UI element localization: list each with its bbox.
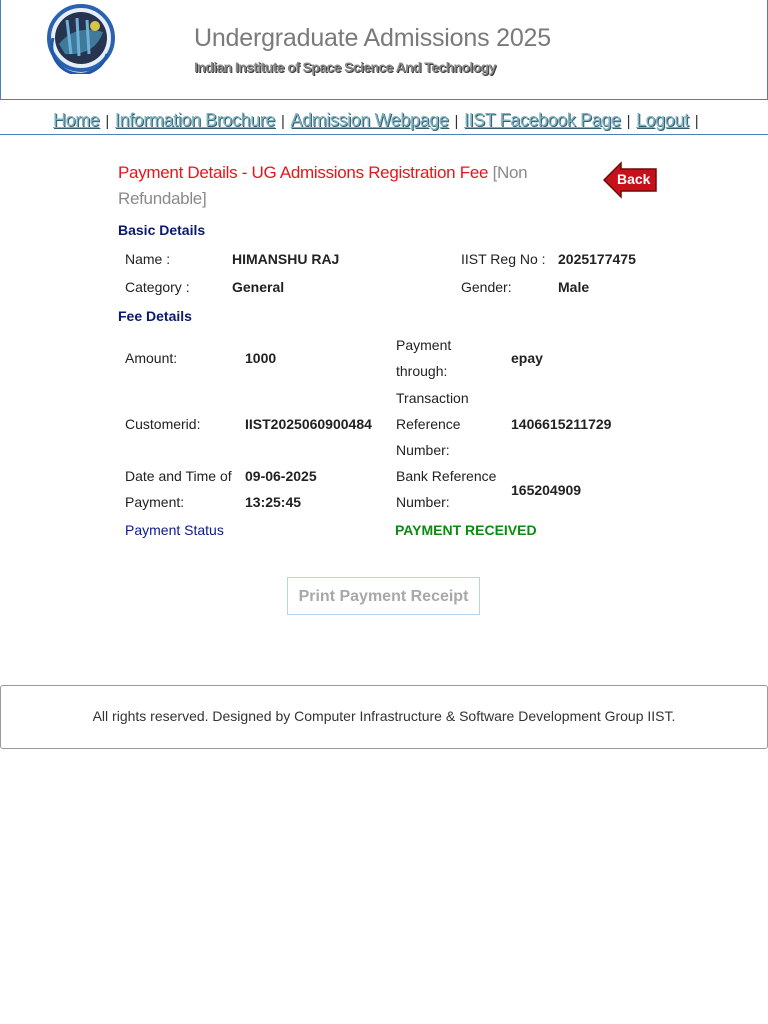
name-label: Name : (125, 251, 171, 267)
bank-reference-label: Bank Reference Number: (396, 468, 497, 510)
reg-no-value: 2025177475 (558, 251, 636, 267)
site-header: Undergraduate Admissions 2025 Indian Ins… (0, 0, 768, 100)
basic-details-heading: Basic Details (118, 222, 206, 238)
reg-no-label: IIST Reg No : (461, 251, 546, 267)
nav-facebook-link[interactable]: IIST Facebook Page (464, 110, 621, 130)
page-footer: All rights reserved. Designed by Compute… (0, 685, 768, 749)
back-button-label: Back (617, 171, 651, 187)
category-value: General (232, 279, 285, 295)
name-value: HIMANSHU RAJ (232, 251, 340, 267)
fee-details-heading: Fee Details (118, 308, 192, 324)
nav-separator: | (454, 113, 458, 130)
category-label: Category : (125, 279, 190, 295)
payment-through-value: epay (511, 350, 543, 366)
footer-copyright-text: All rights reserved. Designed by Compute… (92, 708, 676, 724)
payment-status-badge: PAYMENT RECEIVED (395, 522, 537, 538)
nav-information-brochure-link[interactable]: Information Brochure (115, 110, 275, 130)
page-title: Undergraduate Admissions 2025 (194, 24, 551, 52)
gender-value: Male (558, 279, 590, 295)
payment-datetime-label: Date and Time of Payment: (125, 468, 232, 510)
back-button[interactable]: Back (603, 161, 657, 199)
customer-id-label: Customerid: (125, 416, 201, 432)
nav-logout-link[interactable]: Logout (636, 110, 689, 130)
transaction-reference-value: 1406615211729 (511, 416, 612, 432)
gender-label: Gender: (461, 279, 512, 295)
nav-admission-webpage-link[interactable]: Admission Webpage (291, 110, 449, 130)
amount-label: Amount: (125, 350, 178, 366)
nav-separator: | (626, 113, 631, 130)
print-payment-receipt-button[interactable]: Print Payment Receipt (287, 577, 480, 615)
iist-logo-icon (45, 4, 119, 76)
nav-home-link[interactable]: Home (53, 110, 100, 130)
payment-title: Payment Details - UG Admissions Registra… (118, 163, 489, 182)
nav-separator: | (281, 113, 285, 130)
payment-status-label: Payment Status (125, 522, 224, 538)
nav-separator: | (694, 113, 699, 130)
bank-reference-value: 165204909 (511, 482, 582, 498)
payment-datetime-value: 09-06-2025 13:25:45 (245, 468, 317, 510)
top-navigation: Home | Information Brochure | Admission Webp… (0, 101, 768, 135)
payment-through-label: Payment through: (396, 337, 452, 379)
payment-details-heading: Payment Details - UG Admissions Registra… (118, 160, 558, 212)
transaction-reference-label: Transaction Reference Number: (396, 390, 469, 458)
customer-id-value: IIST2025060900484 (245, 416, 372, 432)
institute-name: Indian Institute of Space Science And Te… (194, 59, 496, 75)
amount-value: 1000 (245, 350, 277, 366)
nav-separator: | (105, 113, 109, 130)
